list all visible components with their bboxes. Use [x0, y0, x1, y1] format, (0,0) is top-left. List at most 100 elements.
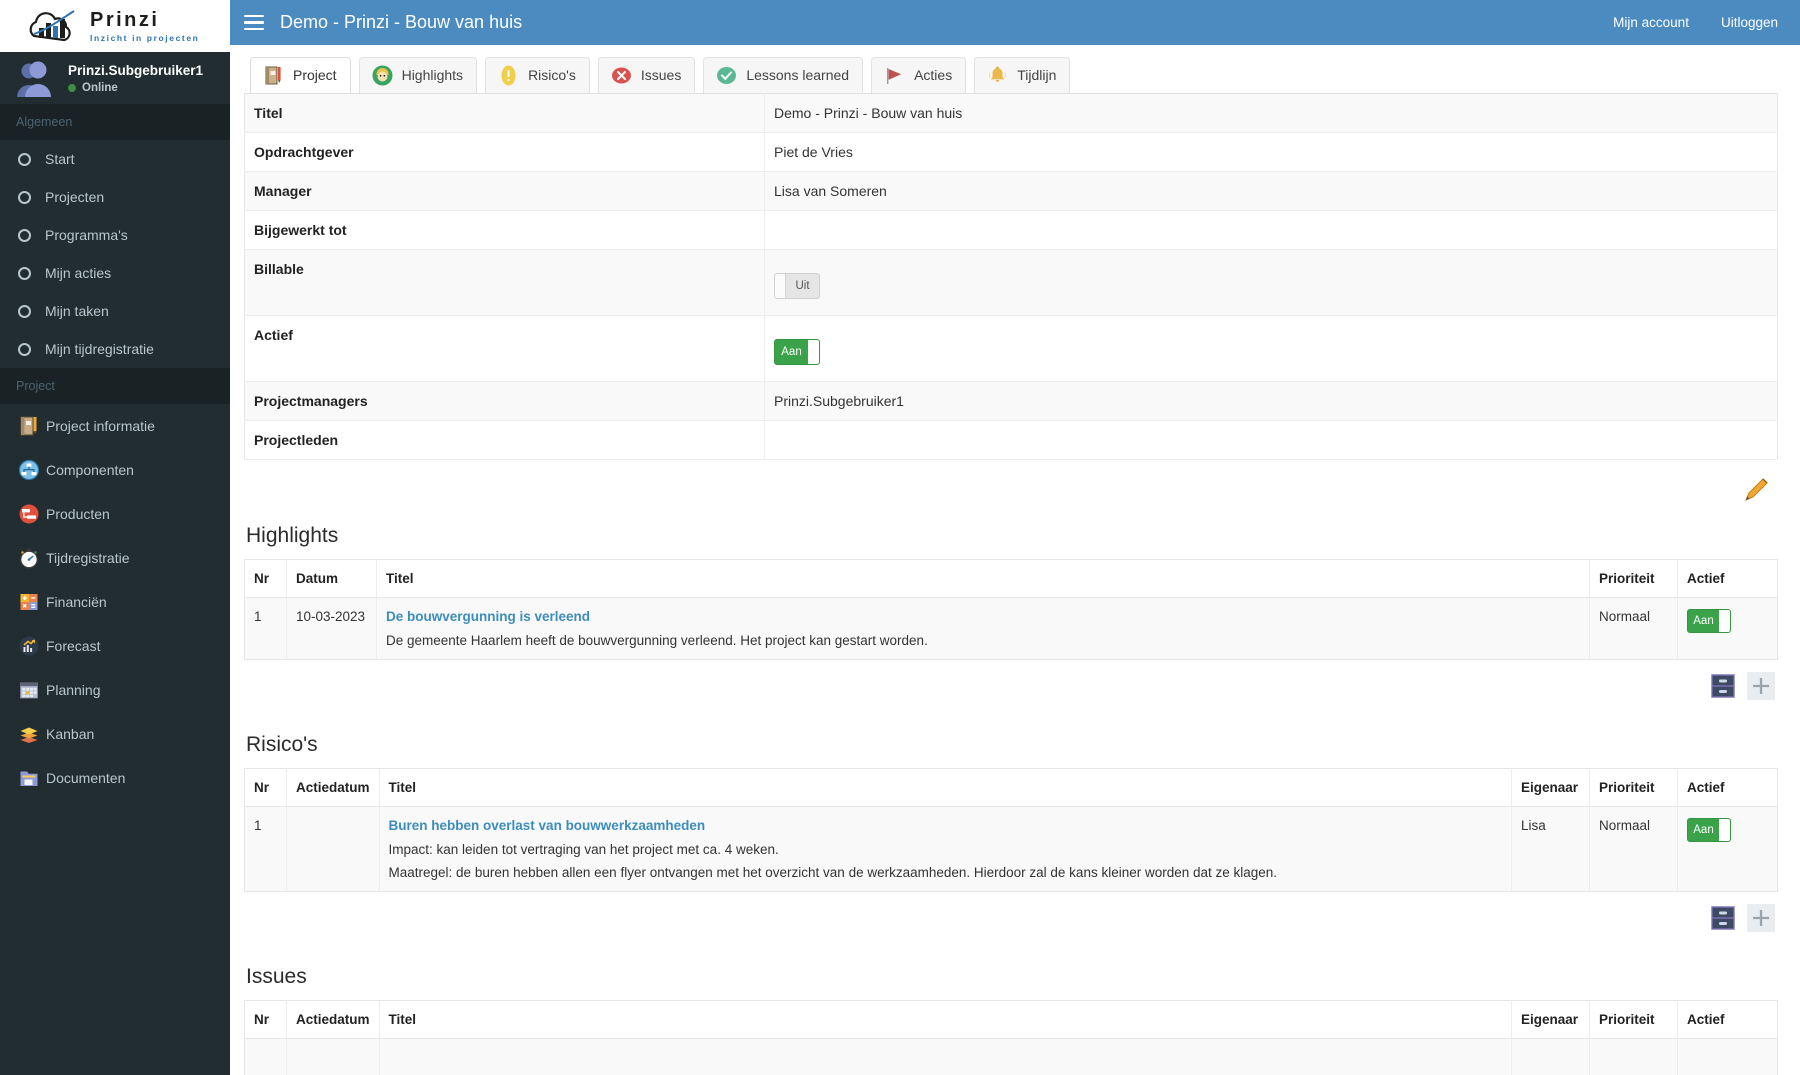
plus-icon[interactable]	[1746, 903, 1776, 933]
sidebar-item-start[interactable]: Start	[0, 140, 230, 178]
risico-title-link[interactable]: Buren hebben overlast van bouwwerkzaamhe…	[389, 818, 1502, 833]
table-row: Projectleden	[244, 420, 1778, 460]
calculator-icon	[18, 591, 40, 613]
cell-nr: 1	[244, 806, 287, 892]
table-header-row: Nr Actiedatum Titel Eigenaar Prioriteit …	[244, 1000, 1778, 1039]
risico-active-toggle[interactable]: Aan	[1687, 818, 1731, 842]
tab-tijdlijn[interactable]: Tijdlijn	[974, 57, 1071, 93]
user-panel[interactable]: Prinzi.Subgebruiker1 Online	[0, 52, 230, 104]
highlight-description: De gemeente Haarlem heeft de bouwvergunn…	[386, 633, 928, 648]
field-label: Actief	[244, 315, 765, 382]
tab-lessons-learned[interactable]: Lessons learned	[703, 57, 864, 93]
tab-label: Project	[293, 67, 337, 83]
logout-link[interactable]: Uitloggen	[1721, 15, 1778, 30]
stacked-layers-icon	[18, 723, 40, 745]
column-header-actief: Actief	[1677, 768, 1778, 807]
column-header-actiedatum: Actiedatum	[286, 1000, 380, 1039]
folder-icon	[18, 767, 40, 789]
highlight-title-link[interactable]: De bouwvergunning is verleend	[386, 609, 1580, 624]
cell-eigenaar: Lisa	[1511, 806, 1590, 892]
column-header-nr: Nr	[244, 1000, 287, 1039]
column-header-actief: Actief	[1677, 559, 1778, 598]
tab-label: Issues	[640, 67, 682, 83]
sidebar-item-mijn-acties[interactable]: Mijn acties	[0, 254, 230, 292]
column-header-prioriteit: Prioriteit	[1589, 768, 1678, 807]
risico-impact: Impact: kan leiden tot vertraging van he…	[388, 842, 779, 857]
sidebar-item-mijn-taken[interactable]: Mijn taken	[0, 292, 230, 330]
field-label: Opdrachtgever	[244, 132, 765, 172]
field-value-toggle: Aan	[764, 315, 1778, 382]
column-header-titel: Titel	[379, 1000, 1513, 1039]
sidebar-item-project-informatie[interactable]: Project informatie	[0, 404, 230, 448]
edit-row	[244, 460, 1778, 514]
tab-project[interactable]: Project	[250, 57, 351, 93]
sidebar-item-label: Documenten	[46, 770, 126, 786]
archive-cabinet-icon[interactable]	[1708, 903, 1738, 933]
app-root: Prinzi Inzicht in projecten Prinzi.Subge…	[0, 0, 1800, 1075]
sidebar: Prinzi Inzicht in projecten Prinzi.Subge…	[0, 0, 230, 1075]
cell-titel	[379, 1038, 1513, 1075]
actief-toggle[interactable]: Aan	[774, 339, 820, 365]
toggle-label: Aan	[781, 346, 802, 358]
tab-issues[interactable]: Issues	[597, 57, 696, 93]
cell-actiedatum	[286, 1038, 380, 1075]
sidebar-item-label: Mijn acties	[45, 265, 112, 281]
sidebar-item-documenten[interactable]: Documenten	[0, 756, 230, 800]
brand-logo[interactable]: Prinzi Inzicht in projecten	[0, 0, 230, 52]
sidebar-item-label: Start	[45, 151, 75, 167]
tab-risicos[interactable]: Risico's	[485, 57, 590, 93]
field-label: Bijgewerkt tot	[244, 210, 765, 250]
red-flag-icon	[884, 65, 905, 86]
tab-highlights[interactable]: Highlights	[358, 57, 478, 93]
pencil-edit-icon[interactable]	[1742, 474, 1772, 504]
column-header-prioriteit: Prioriteit	[1589, 559, 1678, 598]
tab-bar: Project Highlights Risico's Issues Lesso…	[244, 57, 1778, 93]
column-header-datum: Datum	[286, 559, 377, 598]
sidebar-item-label: Tijdregistratie	[46, 550, 130, 566]
sidebar-item-programmas[interactable]: Programma's	[0, 216, 230, 254]
sidebar-item-label: Planning	[46, 682, 101, 698]
table-row: Titel Demo - Prinzi - Bouw van huis	[244, 93, 1778, 133]
my-account-link[interactable]: Mijn account	[1613, 15, 1689, 30]
notebook-pencil-icon	[18, 415, 40, 437]
nav-group-header-project: Project	[0, 368, 230, 404]
hamburger-icon[interactable]	[244, 14, 264, 31]
field-label: Titel	[244, 93, 765, 133]
table-row: Billable Uit	[244, 249, 1778, 316]
sidebar-item-kanban[interactable]: Kanban	[0, 712, 230, 756]
sidebar-item-planning[interactable]: Planning	[0, 668, 230, 712]
archive-cabinet-icon[interactable]	[1708, 671, 1738, 701]
sidebar-item-mijn-tijdregistratie[interactable]: Mijn tijdregistratie	[0, 330, 230, 368]
tab-label: Lessons learned	[746, 67, 850, 83]
network-globe-icon	[18, 459, 40, 481]
highlight-active-toggle[interactable]: Aan	[1687, 609, 1731, 633]
field-value: Demo - Prinzi - Bouw van huis	[764, 93, 1778, 133]
plus-icon[interactable]	[1746, 671, 1776, 701]
field-value-toggle: Uit	[764, 249, 1778, 316]
sidebar-item-tijdregistratie[interactable]: Tijdregistratie	[0, 536, 230, 580]
sidebar-item-financien[interactable]: Financiën	[0, 580, 230, 624]
column-header-eigenaar: Eigenaar	[1511, 768, 1590, 807]
sidebar-item-forecast[interactable]: Forecast	[0, 624, 230, 668]
notebook-pencil-icon	[263, 65, 284, 86]
sidebar-item-componenten[interactable]: Componenten	[0, 448, 230, 492]
table-row	[244, 1038, 1778, 1075]
circle-icon	[18, 190, 31, 204]
column-header-prioriteit: Prioriteit	[1589, 1000, 1678, 1039]
section-title-highlights: Highlights	[246, 524, 339, 547]
sidebar-item-label: Kanban	[46, 726, 95, 742]
sidebar-item-projecten[interactable]: Projecten	[0, 178, 230, 216]
cell-eigenaar	[1511, 1038, 1590, 1075]
sidebar-item-label: Projecten	[45, 189, 105, 205]
user-status: Online	[68, 82, 203, 94]
green-avatar-icon	[372, 65, 393, 86]
table-row: Opdrachtgever Piet de Vries	[244, 132, 1778, 172]
tab-acties[interactable]: Acties	[871, 57, 967, 93]
table-header-row: Nr Datum Titel Prioriteit Actief	[244, 559, 1778, 598]
tab-label: Risico's	[528, 67, 576, 83]
circle-icon	[18, 342, 31, 356]
toggle-knob	[1719, 819, 1730, 841]
cell-prioriteit: Normaal	[1589, 597, 1678, 660]
billable-toggle[interactable]: Uit	[774, 273, 820, 299]
sidebar-item-producten[interactable]: Producten	[0, 492, 230, 536]
